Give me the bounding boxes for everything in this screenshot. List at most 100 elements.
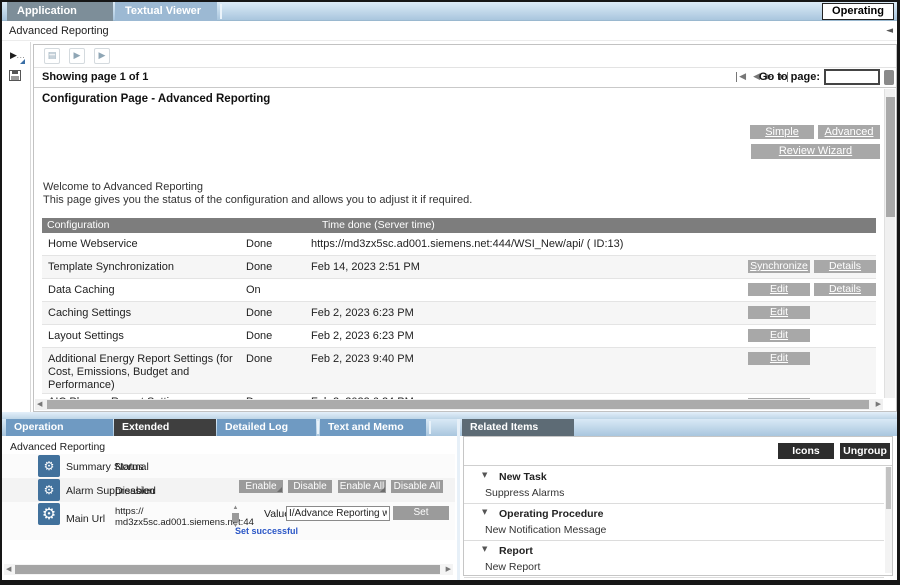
group-header-label: New Task: [499, 471, 547, 483]
group-header-trend[interactable]: ▼ Trend: [464, 578, 884, 585]
ungroup-button[interactable]: Ungroup: [840, 443, 890, 459]
tab-detailed-log[interactable]: Detailed Log: [217, 419, 316, 436]
simple-button[interactable]: Simple: [750, 125, 814, 139]
gears-icon[interactable]: ⚙: [38, 455, 60, 477]
operation-panel-title: Advanced Reporting: [10, 441, 105, 453]
related-items-panel: Related Items Icons Ungroup ▼ New Task S…: [460, 419, 897, 580]
edit-button[interactable]: Edit: [748, 306, 810, 319]
group-header-report[interactable]: ▼ Report: [464, 541, 884, 559]
scroll-left-icon[interactable]: ◀: [37, 400, 42, 408]
synchronize-button[interactable]: Synchronize: [748, 260, 810, 273]
scroll-right-icon[interactable]: ▶: [446, 565, 451, 573]
breadcrumb: Advanced Reporting ◄: [2, 21, 897, 41]
set-status-message: Set successful: [235, 526, 298, 536]
tab-textual-viewer[interactable]: Textual Viewer: [115, 2, 217, 21]
related-items-tree: ▼ New Task Suppress Alarms ▼ Operating P…: [464, 467, 884, 585]
details-button[interactable]: Details: [814, 283, 876, 296]
list-item[interactable]: New Notification Message: [464, 522, 884, 541]
value-input[interactable]: [286, 506, 390, 521]
collapse-left-icon[interactable]: ◄: [886, 21, 893, 41]
list-item[interactable]: New Report: [464, 559, 884, 578]
group-header-new-task[interactable]: ▼ New Task: [464, 467, 884, 485]
set-button[interactable]: Set: [393, 506, 449, 520]
goto-page-label: Go to page:: [759, 71, 820, 83]
report-viewer-panel: ▤ ▶ ▶ Showing page 1 of 1 ◀ ◀ ▶ ▶ Go to …: [33, 44, 897, 412]
welcome-text: Welcome to Advanced Reporting This page …: [43, 181, 472, 207]
row-status: Done: [246, 353, 311, 393]
welcome-line2: This page gives you the status of the co…: [43, 194, 472, 207]
horizontal-scrollbar[interactable]: ◀ ▶: [4, 564, 453, 575]
review-wizard-button[interactable]: Review Wizard: [751, 144, 880, 159]
vertical-scrollbar[interactable]: [885, 467, 892, 573]
table-row: Home Webservice Done https://md3zx5sc.ad…: [42, 233, 876, 256]
summary-status-row: ⚙ Summary Status Normal: [2, 454, 455, 478]
operating-mode-button[interactable]: Operating: [822, 3, 894, 20]
horizontal-splitter[interactable]: [2, 412, 897, 419]
tab-separator: [429, 421, 431, 434]
tab-text-and-memo[interactable]: Text and Memo: [320, 419, 426, 436]
table-row: Template Synchronization Done Feb 14, 20…: [42, 256, 876, 279]
chevron-down-icon: ▼: [482, 471, 487, 479]
top-tab-bar: Application Viewer Textual Viewer Operat…: [2, 2, 897, 21]
pager-bar: Showing page 1 of 1 ◀ ◀ ▶ ▶ Go to page:: [34, 68, 896, 88]
first-page-icon[interactable]: ◀: [736, 72, 746, 82]
horizontal-scroll-thumb[interactable]: [15, 565, 440, 574]
row-status: Done: [246, 307, 311, 324]
tab-extended-operation[interactable]: Extended Operation: [114, 419, 216, 436]
scroll-left-icon[interactable]: ◀: [6, 565, 11, 573]
operation-tab-bar: Operation Extended Operation Detailed Lo…: [2, 419, 457, 436]
advanced-button[interactable]: Advanced: [818, 125, 880, 139]
disable-all-button[interactable]: Disable All: [391, 480, 443, 493]
summary-status-value: Normal: [115, 461, 149, 473]
gear-icon[interactable]: ⚙: [38, 503, 60, 525]
enable-all-button[interactable]: Enable All: [338, 480, 386, 493]
table-row: Layout Settings Done Feb 2, 2023 6:23 PM…: [42, 325, 876, 348]
table-row: Data Caching On Edit Details: [42, 279, 876, 302]
save-icon[interactable]: [9, 70, 21, 81]
row-time: https://md3zx5sc.ad001.siemens.net:444/W…: [311, 238, 876, 255]
icons-button[interactable]: Icons: [778, 443, 834, 459]
chevron-down-icon: ▼: [482, 545, 487, 553]
edit-button[interactable]: Edit: [748, 283, 810, 296]
scroll-right-icon[interactable]: ▶: [876, 400, 881, 408]
horizontal-scrollbar[interactable]: ◀ ▶: [35, 399, 883, 410]
table-row: Caching Settings Done Feb 2, 2023 6:23 P…: [42, 302, 876, 325]
row-status: Done: [246, 261, 311, 278]
edit-button[interactable]: Edit: [748, 352, 810, 365]
welcome-line1: Welcome to Advanced Reporting: [43, 181, 472, 194]
disable-button[interactable]: Disable: [288, 480, 332, 493]
row-name: Data Caching: [42, 284, 246, 301]
run-report-icon[interactable]: ▶: [69, 48, 85, 64]
page-total: 1: [142, 71, 148, 83]
run-export-icon[interactable]: ▶: [94, 48, 110, 64]
divider: [464, 465, 892, 466]
enable-button[interactable]: Enable: [239, 480, 283, 493]
new-report-icon[interactable]: ▤: [44, 48, 60, 64]
left-toolbar-rail: ▶...: [2, 42, 31, 412]
related-items-box: Icons Ungroup ▼ New Task Suppress Alarms…: [463, 436, 893, 576]
vertical-scroll-thumb[interactable]: [886, 97, 895, 217]
chevron-down-icon: ▼: [482, 508, 487, 516]
pane-grip-handle[interactable]: [884, 70, 894, 85]
configuration-table: Configuration Time done (Server time) Ho…: [42, 218, 876, 399]
report-body: Configuration Page - Advanced Reporting …: [34, 89, 896, 399]
group-header-operating-procedure[interactable]: ▼ Operating Procedure: [464, 504, 884, 522]
list-item[interactable]: Suppress Alarms: [464, 485, 884, 504]
tab-separator: [317, 421, 319, 434]
tab-related-items[interactable]: Related Items: [462, 419, 574, 436]
edit-button[interactable]: Edit: [748, 329, 810, 342]
run-panel-icon[interactable]: ▶...: [10, 51, 26, 61]
row-name: Caching Settings: [42, 307, 246, 324]
horizontal-scroll-thumb[interactable]: [47, 400, 869, 409]
tab-operation[interactable]: Operation: [6, 419, 113, 436]
vertical-scrollbar[interactable]: [884, 89, 895, 398]
vertical-scroll-thumb[interactable]: [886, 467, 891, 509]
details-button[interactable]: Details: [814, 260, 876, 273]
row-name: Layout Settings: [42, 330, 246, 347]
tab-application-viewer[interactable]: Application Viewer: [7, 2, 113, 21]
group-header-label: Report: [499, 545, 533, 557]
goto-page-input[interactable]: [824, 69, 880, 85]
row-name: Additional Energy Report Settings (for C…: [42, 353, 246, 393]
gears-icon[interactable]: ⚙: [38, 479, 60, 501]
operation-panel: Operation Extended Operation Detailed Lo…: [2, 419, 457, 580]
